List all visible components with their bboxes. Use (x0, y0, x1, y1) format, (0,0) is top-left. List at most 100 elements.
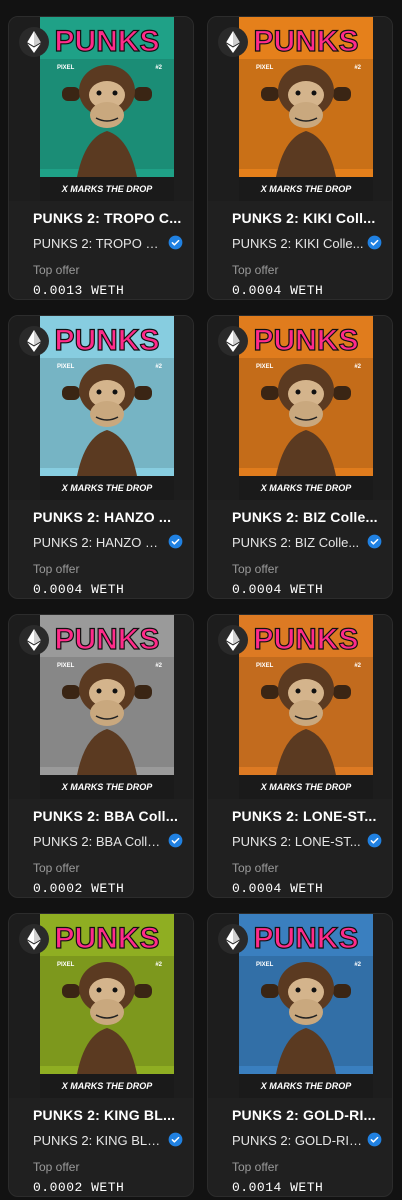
nft-card[interactable]: PUNKS PIXEL #2 X MARKS THE DROP PUNKS 2: KI… (207, 16, 393, 300)
svg-text:PIXEL: PIXEL (256, 65, 274, 71)
verified-badge-icon (168, 833, 183, 848)
svg-text:X MARKS THE DROP: X MARKS THE DROP (61, 782, 154, 792)
nft-card[interactable]: PUNKS PIXEL #2 X MARKS THE DROP PUNKS 2: TR… (8, 16, 194, 300)
svg-text:PUNKS: PUNKS (54, 324, 159, 357)
nft-card[interactable]: PUNKS PIXEL #2 X MARKS THE DROP PUNKS 2: KI… (8, 913, 194, 1197)
svg-text:#2: #2 (354, 663, 361, 669)
nft-card[interactable]: PUNKS PIXEL #2 X MARKS THE DROP PUNKS 2: BI… (207, 315, 393, 599)
svg-text:PIXEL: PIXEL (256, 364, 274, 370)
svg-text:X MARKS THE DROP: X MARKS THE DROP (260, 782, 353, 792)
nft-artwork[interactable]: PUNKS PIXEL #2 X MARKS THE DROP (208, 17, 392, 201)
verified-badge-icon (168, 235, 183, 250)
ethereum-icon (19, 924, 49, 954)
nft-title[interactable]: PUNKS 2: TROPO C... (33, 210, 183, 226)
top-offer-label: Top offer (232, 562, 279, 576)
poster-image: PUNKS PIXEL #2 X MARKS THE DROP (239, 17, 373, 201)
top-offer-label: Top offer (33, 562, 80, 576)
nft-artwork[interactable]: PUNKS PIXEL #2 X MARKS THE DROP (9, 615, 193, 799)
svg-text:X MARKS THE DROP: X MARKS THE DROP (260, 184, 353, 194)
svg-text:PIXEL: PIXEL (57, 663, 75, 669)
ethereum-icon (218, 326, 248, 356)
top-offer-price: 0.0004 WETH (33, 582, 125, 597)
nft-artwork[interactable]: PUNKS PIXEL #2 X MARKS THE DROP (208, 914, 392, 1098)
poster-image: PUNKS PIXEL #2 X MARKS THE DROP (40, 914, 174, 1098)
svg-text:PUNKS: PUNKS (54, 623, 159, 656)
nft-artwork[interactable]: PUNKS PIXEL #2 X MARKS THE DROP (9, 316, 193, 500)
poster-image: PUNKS PIXEL #2 X MARKS THE DROP (239, 615, 373, 799)
top-offer-price: 0.0014 WETH (232, 1180, 324, 1195)
top-offer-price: 0.0004 WETH (232, 283, 324, 298)
svg-text:PIXEL: PIXEL (57, 65, 75, 71)
svg-text:PUNKS: PUNKS (253, 324, 358, 357)
ethereum-icon (218, 625, 248, 655)
svg-text:PUNKS: PUNKS (54, 922, 159, 955)
svg-text:#2: #2 (354, 65, 361, 71)
top-offer-label: Top offer (33, 861, 80, 875)
top-offer-label: Top offer (232, 1160, 279, 1174)
nft-title[interactable]: PUNKS 2: BIZ Colle... (232, 509, 382, 525)
nft-artwork[interactable]: PUNKS PIXEL #2 X MARKS THE DROP (208, 615, 392, 799)
svg-text:X MARKS THE DROP: X MARKS THE DROP (61, 1081, 154, 1091)
nft-artwork[interactable]: PUNKS PIXEL #2 X MARKS THE DROP (9, 17, 193, 201)
verified-badge-icon (367, 534, 382, 549)
svg-text:X MARKS THE DROP: X MARKS THE DROP (260, 483, 353, 493)
poster-image: PUNKS PIXEL #2 X MARKS THE DROP (40, 17, 174, 201)
collection-name[interactable]: PUNKS 2: BIZ Colle... (232, 535, 364, 550)
nft-card[interactable]: PUNKS PIXEL #2 X MARKS THE DROP PUNKS 2: BB… (8, 614, 194, 898)
ethereum-icon (19, 326, 49, 356)
poster-image: PUNKS PIXEL #2 X MARKS THE DROP (40, 316, 174, 500)
nft-artwork[interactable]: PUNKS PIXEL #2 X MARKS THE DROP (9, 914, 193, 1098)
top-offer-label: Top offer (33, 1160, 80, 1174)
top-offer-label: Top offer (33, 263, 80, 277)
collection-name[interactable]: PUNKS 2: KIKI Colle... (232, 236, 364, 251)
svg-text:PIXEL: PIXEL (57, 364, 75, 370)
poster-image: PUNKS PIXEL #2 X MARKS THE DROP (40, 615, 174, 799)
verified-badge-icon (168, 534, 183, 549)
poster-image: PUNKS PIXEL #2 X MARKS THE DROP (239, 316, 373, 500)
ethereum-icon (19, 27, 49, 57)
collection-name[interactable]: PUNKS 2: LONE-ST... (232, 834, 364, 849)
collection-name[interactable]: PUNKS 2: GOLD-RIL... (232, 1133, 364, 1148)
nft-title[interactable]: PUNKS 2: KIKI Coll... (232, 210, 382, 226)
nft-card[interactable]: PUNKS PIXEL #2 X MARKS THE DROP PUNKS 2: HA… (8, 315, 194, 599)
svg-text:PUNKS: PUNKS (253, 623, 358, 656)
nft-card[interactable]: PUNKS PIXEL #2 X MARKS THE DROP PUNKS 2: LO… (207, 614, 393, 898)
svg-text:#2: #2 (354, 364, 361, 370)
verified-badge-icon (168, 1132, 183, 1147)
nft-title[interactable]: PUNKS 2: BBA Coll... (33, 808, 183, 824)
svg-text:#2: #2 (354, 962, 361, 968)
top-offer-price: 0.0004 WETH (232, 881, 324, 896)
collection-name[interactable]: PUNKS 2: BBA Colle... (33, 834, 165, 849)
poster-image: PUNKS PIXEL #2 X MARKS THE DROP (239, 914, 373, 1098)
svg-text:#2: #2 (155, 663, 162, 669)
svg-text:X MARKS THE DROP: X MARKS THE DROP (61, 483, 154, 493)
top-offer-price: 0.0002 WETH (33, 1180, 125, 1195)
svg-text:PUNKS: PUNKS (54, 25, 159, 58)
top-offer-label: Top offer (232, 861, 279, 875)
verified-badge-icon (367, 833, 382, 848)
svg-text:X MARKS THE DROP: X MARKS THE DROP (61, 184, 154, 194)
ethereum-icon (218, 27, 248, 57)
top-offer-price: 0.0002 WETH (33, 881, 125, 896)
nft-title[interactable]: PUNKS 2: GOLD-RI... (232, 1107, 382, 1123)
svg-text:#2: #2 (155, 65, 162, 71)
nft-title[interactable]: PUNKS 2: HANZO ... (33, 509, 183, 525)
top-offer-label: Top offer (232, 263, 279, 277)
svg-text:#2: #2 (155, 962, 162, 968)
nft-artwork[interactable]: PUNKS PIXEL #2 X MARKS THE DROP (208, 316, 392, 500)
svg-text:X MARKS THE DROP: X MARKS THE DROP (260, 1081, 353, 1091)
ethereum-icon (218, 924, 248, 954)
svg-text:PIXEL: PIXEL (57, 962, 75, 968)
top-offer-price: 0.0013 WETH (33, 283, 125, 298)
svg-text:PUNKS: PUNKS (253, 922, 358, 955)
collection-name[interactable]: PUNKS 2: HANZO C... (33, 535, 165, 550)
collection-name[interactable]: PUNKS 2: TROPO C... (33, 236, 165, 251)
svg-text:PIXEL: PIXEL (256, 962, 274, 968)
nft-title[interactable]: PUNKS 2: LONE-ST... (232, 808, 382, 824)
verified-badge-icon (367, 235, 382, 250)
nft-grid: PUNKS PIXEL #2 X MARKS THE DROP PUNKS 2: TR… (0, 0, 402, 1200)
top-offer-price: 0.0004 WETH (232, 582, 324, 597)
nft-title[interactable]: PUNKS 2: KING BL... (33, 1107, 183, 1123)
collection-name[interactable]: PUNKS 2: KING BLA... (33, 1133, 165, 1148)
nft-card[interactable]: PUNKS PIXEL #2 X MARKS THE DROP PUNKS 2: GO… (207, 913, 393, 1197)
